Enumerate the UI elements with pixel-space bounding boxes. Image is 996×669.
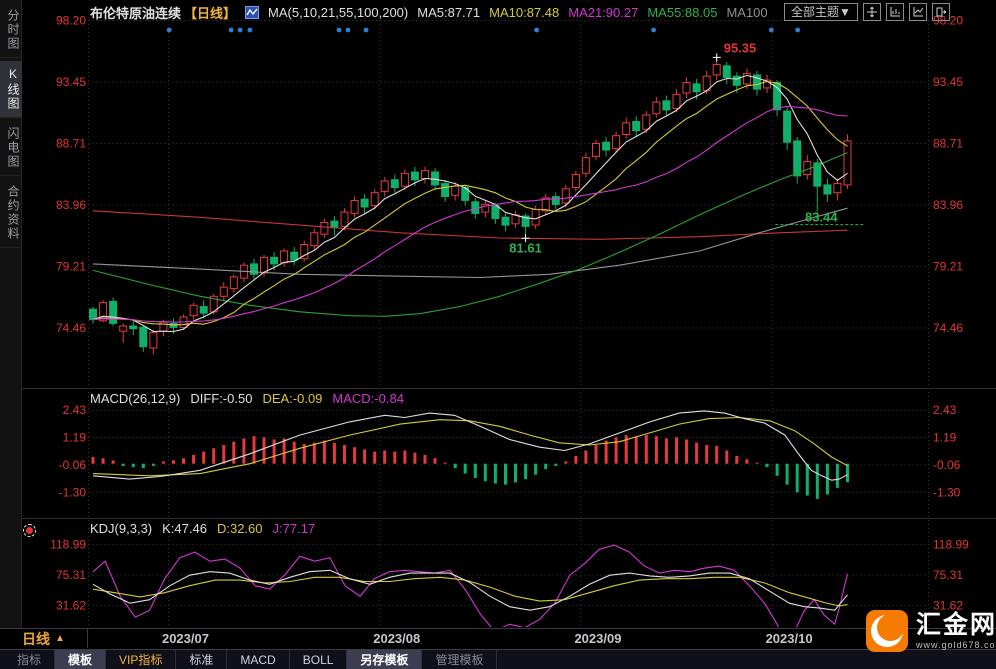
kdj-params-label: KDJ(9,3,3) [90,521,153,536]
svg-text:74.46: 74.46 [56,321,86,335]
x-axis-label: 2023/09 [574,631,622,646]
macd-params-label: MACD(26,12,9) [90,391,181,406]
svg-text:75.31: 75.31 [56,568,86,582]
ma10-value: MA10:87.48 [489,4,560,20]
kdj-header: KDJ(9,3,3) K:47.46 D:32.60 J:77.17 [90,521,315,536]
toolbar: 全部主题▼ [784,3,950,21]
period-tag: 【日线】 [184,5,237,21]
svg-text:88.71: 88.71 [56,136,86,150]
x-axis-label: 2023/07 [161,631,209,646]
period-selector[interactable]: 日线 ▲ [0,629,88,648]
svg-text:95.35: 95.35 [724,40,757,55]
huijin-logo-icon [866,610,908,652]
macd-diff-value: DIFF:-0.50 [190,391,253,406]
sidebar-item-timeshare[interactable]: 分时图 [0,3,22,58]
crosshair-move-icon[interactable] [862,3,881,21]
svg-text:-0.06: -0.06 [59,458,87,472]
kdj-k-value: K:47.46 [162,521,207,536]
svg-text:1.19: 1.19 [63,431,87,445]
indicator-settings-icon[interactable] [23,524,36,537]
svg-text:93.45: 93.45 [56,75,86,89]
chart-canvas: 98.20 98.2093.45 93.4588.71 88.7183.96 83.96… [0,14,996,627]
svg-text:79.21: 79.21 [933,259,963,273]
period-label: 日线 [22,630,51,647]
tab-vip-indicator[interactable]: VIP指标 [106,650,177,669]
svg-text:118.99: 118.99 [50,537,86,551]
period-arrow-icon: ▲ [55,633,65,644]
huijin-logo: 汇金网 www.gold678.com [866,610,996,652]
svg-text:-1.30: -1.30 [59,485,87,499]
ma55-value: MA55:88.05 [647,4,718,20]
svg-text:31.62: 31.62 [56,599,86,613]
kdj-j-value: J:77.17 [272,521,316,536]
svg-text:75.31: 75.31 [933,568,963,582]
axes-chart-icon[interactable] [885,3,904,21]
svg-text:98.20: 98.20 [56,14,86,28]
kdj-d-value: D:32.60 [216,521,263,536]
trading-app: 98.20 98.20 93.45 93.45 88.71 88.71 83.96 83.96… [0,0,996,669]
tab-manage-template[interactable]: 管理模板 [422,650,498,669]
kdj-pane [92,544,849,627]
time-axis: 日线 ▲ 2023/07 2023/08 2023/09 2023/10 [0,628,996,648]
svg-text:2.43: 2.43 [63,403,87,417]
ma21-value: MA21:90.27 [568,4,639,20]
svg-text:1.19: 1.19 [933,431,957,445]
svg-text:118.99: 118.99 [933,537,969,551]
macd-dea-value: DEA:-0.09 [262,391,323,406]
svg-text:83.96: 83.96 [933,198,963,212]
tab-standard[interactable]: 标准 [176,650,228,669]
svg-text:79.21: 79.21 [56,259,86,273]
macd-macd-value: MACD:-0.84 [332,391,404,406]
ma5-value: MA5:87.71 [417,4,481,20]
svg-text:81.61: 81.61 [509,240,542,255]
tab-template[interactable]: 模板 [55,650,107,669]
svg-text:74.46: 74.46 [933,321,963,335]
event-dots [166,27,801,33]
ma-lines [92,74,848,333]
instrument-title: 布伦特原油连续 [90,5,182,21]
x-axis-label: 2023/08 [373,631,421,646]
ma-settings-label: MA(5,10,21,55,100,200) [268,4,409,20]
chart-header: 布伦特原油连续 【日线】 MA(5,10,21,55,100,200) MA5:… [90,3,768,21]
sidebar-item-kline[interactable]: K线图 [0,61,22,118]
svg-text:83.96: 83.96 [56,198,86,212]
kline-icon [245,5,260,19]
line-chart-icon[interactable] [908,3,927,21]
tab-boll[interactable]: BOLL [290,650,348,669]
left-sidebar: 分时图 K线图 闪电图 合约资料 [0,0,22,628]
svg-text:-0.06: -0.06 [933,458,961,472]
tab-macd[interactable]: MACD [227,650,290,669]
pop-out-icon[interactable] [931,3,950,21]
logo-name: 汇金网 [916,610,996,639]
logo-url: www.gold678.com [916,639,996,650]
macd-pane [91,410,849,499]
tab-save-template[interactable]: 另存模板 [347,650,423,669]
svg-text:83.44: 83.44 [805,210,838,225]
x-axis-label: 2023/10 [765,631,813,646]
bottom-tabbar: 指标 模板 VIP指标 标准 MACD BOLL 另存模板 管理模板 [0,649,996,669]
svg-text:-1.30: -1.30 [933,485,961,499]
sidebar-item-contract-info[interactable]: 合约资料 [0,179,22,248]
sidebar-item-lightning[interactable]: 闪电图 [0,121,22,176]
svg-text:93.45: 93.45 [933,75,963,89]
svg-text:88.71: 88.71 [933,136,963,150]
svg-text:2.43: 2.43 [933,403,957,417]
price-annotations: 95.35 81.61 83.44 [509,40,866,255]
tab-indicator[interactable]: 指标 [4,650,56,669]
candlestick-series [89,57,852,355]
ma100-value: MA100 [726,4,768,20]
macd-header: MACD(26,12,9) DIFF:-0.50 DEA:-0.09 MACD:… [90,391,404,406]
theme-selector-button[interactable]: 全部主题▼ [784,3,858,21]
